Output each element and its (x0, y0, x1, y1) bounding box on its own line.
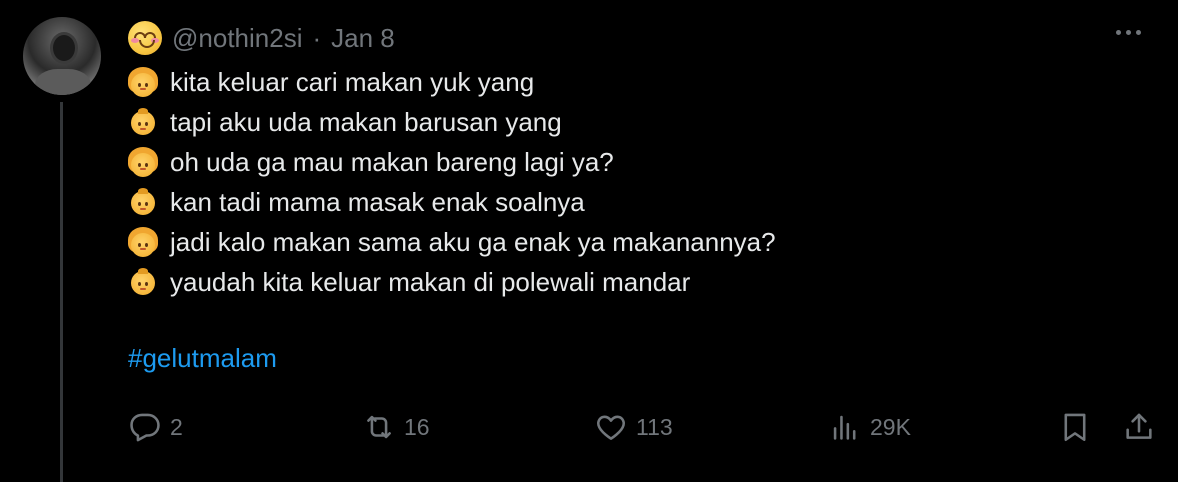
tweet-body: kita keluar cari makan yuk yang tapi aku… (128, 62, 776, 302)
like-button[interactable]: 113 (594, 410, 673, 444)
boy-emoji-icon (128, 107, 158, 137)
tweet-date[interactable]: Jan 8 (331, 23, 395, 54)
tweet-line: tapi aku uda makan barusan yang (128, 102, 776, 142)
bookmark-button[interactable] (1058, 410, 1092, 444)
tweet-line-text: kan tadi mama masak enak soalnya (170, 186, 585, 217)
boy-emoji-icon (128, 267, 158, 297)
views-count: 29K (870, 413, 911, 440)
tweet-header: @nothin2si · Jan 8 (128, 20, 395, 56)
views-icon (828, 410, 862, 444)
tweet-line-text: yaudah kita keluar makan di polewali man… (170, 266, 691, 297)
tweet-line: jadi kalo makan sama aku ga enak ya maka… (128, 222, 776, 262)
avatar-face (53, 35, 75, 61)
tweet-line: kan tadi mama masak enak soalnya (128, 182, 776, 222)
smiling-face-icon (128, 21, 162, 55)
share-icon (1122, 410, 1156, 444)
like-icon (594, 410, 628, 444)
share-button[interactable] (1122, 410, 1156, 444)
retweet-button[interactable]: 16 (362, 410, 430, 444)
like-count: 113 (636, 413, 673, 440)
tweet-line-text: kita keluar cari makan yuk yang (170, 66, 535, 97)
girl-emoji-icon (128, 227, 158, 257)
header-separator: · (312, 22, 322, 53)
boy-emoji-icon (128, 187, 158, 217)
bookmark-icon (1058, 410, 1092, 444)
tweet-line: kita keluar cari makan yuk yang (128, 62, 776, 102)
hashtag-link[interactable]: #gelutmalam (128, 343, 277, 374)
reply-icon (128, 410, 162, 444)
girl-emoji-icon (128, 147, 158, 177)
reply-button[interactable]: 2 (128, 410, 183, 444)
action-bar: 2 16 113 29K (0, 404, 1178, 448)
tweet-line-text: jadi kalo makan sama aku ga enak ya maka… (170, 226, 776, 257)
user-handle[interactable]: @nothin2si (172, 23, 302, 54)
tweet-line-text: tapi aku uda makan barusan yang (170, 106, 562, 137)
avatar[interactable] (23, 17, 101, 95)
reply-count: 2 (170, 413, 183, 440)
tweet-line-text: oh uda ga mau makan bareng lagi ya? (170, 146, 614, 177)
tweet-line: oh uda ga mau makan bareng lagi ya? (128, 142, 776, 182)
views-button[interactable]: 29K (828, 410, 911, 444)
more-icon[interactable] (1116, 30, 1141, 35)
retweet-count: 16 (404, 413, 430, 440)
avatar-body (35, 69, 91, 95)
tweet-line: yaudah kita keluar makan di polewali man… (128, 262, 776, 302)
girl-emoji-icon (128, 67, 158, 97)
retweet-icon (362, 410, 396, 444)
